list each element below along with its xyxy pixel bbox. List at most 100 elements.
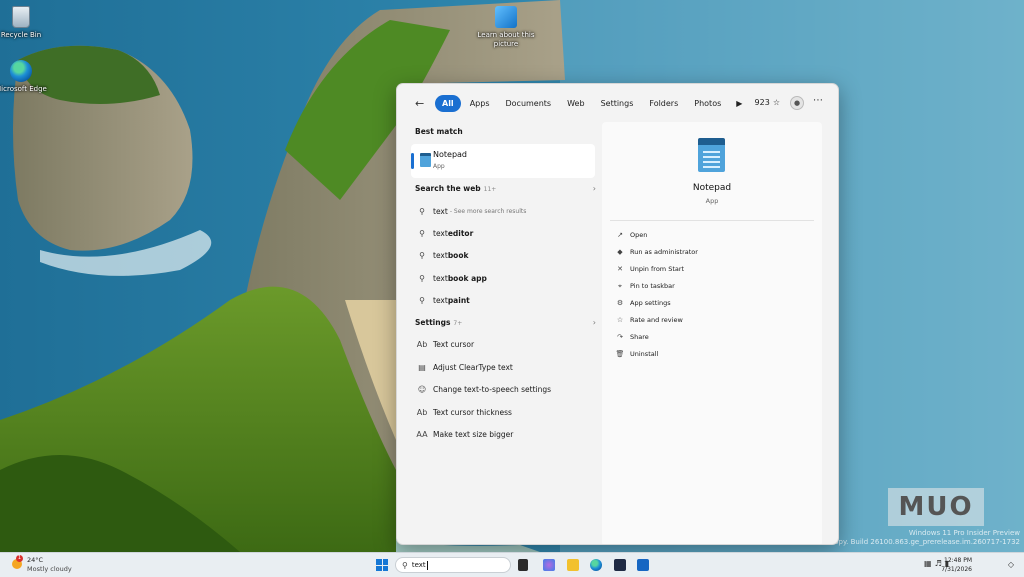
web-result-prefix: text bbox=[433, 250, 448, 260]
muo-logo: MUO bbox=[888, 488, 984, 526]
action-run-as-admin[interactable]: ◆ Run as administrator bbox=[614, 244, 698, 260]
start-button-windows-icon[interactable] bbox=[376, 559, 388, 571]
notepad-icon bbox=[420, 153, 431, 167]
web-result-suffix: paint bbox=[447, 295, 470, 305]
setting-label: Change text-to-speech settings bbox=[433, 384, 552, 394]
back-arrow-icon[interactable]: ← bbox=[415, 97, 429, 110]
action-label: Uninstall bbox=[630, 350, 659, 358]
store-icon[interactable] bbox=[614, 559, 626, 571]
web-result-prefix: text bbox=[433, 228, 448, 238]
best-match-name: Notepad bbox=[433, 150, 467, 159]
best-match-notepad[interactable]: Notepad App bbox=[411, 144, 595, 178]
search-icon: ⚲ bbox=[419, 206, 425, 216]
setting-label: Text cursor thickness bbox=[433, 407, 512, 417]
outlook-icon[interactable] bbox=[637, 559, 649, 571]
action-label: Pin to taskbar bbox=[630, 282, 675, 290]
web-result-suffix: editor bbox=[447, 228, 474, 238]
desktop-icon-label: Microsoft Edge bbox=[0, 85, 47, 93]
best-match-type: App bbox=[433, 163, 445, 170]
search-web-heading-label: Search the web bbox=[415, 184, 481, 193]
settings-chevron-icon[interactable]: › bbox=[593, 318, 596, 327]
tab-folders[interactable]: Folders bbox=[642, 95, 685, 112]
notepad-large-icon bbox=[698, 138, 725, 172]
desktop-icon-label: Learn about this picture bbox=[477, 31, 535, 48]
desktop-icon-learn-about-picture[interactable]: Learn about this picture bbox=[476, 6, 536, 49]
notification-bell-icon[interactable]: ◇ bbox=[1008, 560, 1014, 569]
action-label: App settings bbox=[630, 299, 671, 307]
setting-make-text-bigger[interactable]: AA Make text size bigger bbox=[415, 425, 595, 443]
rewards-points[interactable]: 923 ☆ bbox=[755, 98, 780, 107]
rewards-points-value: 923 bbox=[754, 98, 770, 107]
setting-text-cursor-thickness[interactable]: Ab Text cursor thickness bbox=[415, 403, 595, 421]
taskbar-clock[interactable]: 12:48 PM 7/31/2026 bbox=[941, 556, 972, 574]
action-uninstall[interactable]: 🗑 Uninstall bbox=[614, 346, 659, 362]
tab-settings[interactable]: Settings bbox=[594, 95, 641, 112]
action-share[interactable]: ↷ Share bbox=[614, 329, 649, 345]
settings-count: 7+ bbox=[453, 320, 463, 327]
search-web-count: 11+ bbox=[483, 186, 497, 193]
recycle-bin-icon bbox=[12, 6, 30, 28]
desktop-icon-label: Recycle Bin bbox=[0, 31, 42, 39]
action-label: Unpin from Start bbox=[630, 265, 685, 273]
gear-icon: ⚙ bbox=[616, 299, 624, 307]
open-icon: ↗ bbox=[617, 231, 623, 239]
weather-widget[interactable]: 1 24°C Mostly cloudy bbox=[10, 555, 72, 574]
action-label: Share bbox=[630, 333, 649, 341]
search-icon: ⚲ bbox=[419, 228, 425, 238]
clock-date: 7/31/2026 bbox=[941, 566, 972, 573]
setting-adjust-cleartype[interactable]: ▤ Adjust ClearType text bbox=[415, 358, 595, 376]
web-result-text-paint[interactable]: ⚲ text paint bbox=[415, 291, 595, 309]
selection-indicator bbox=[411, 153, 414, 169]
web-result-textbook[interactable]: ⚲ text book bbox=[415, 246, 595, 264]
setting-text-to-speech[interactable]: ☺ Change text-to-speech settings bbox=[415, 380, 595, 398]
desktop-icon-recycle-bin[interactable]: Recycle Bin bbox=[0, 6, 51, 40]
more-options-icon[interactable]: ⋯ bbox=[813, 95, 824, 106]
shield-icon: ◆ bbox=[617, 248, 623, 256]
speech-icon: ☺ bbox=[417, 384, 427, 394]
tab-documents[interactable]: Documents bbox=[498, 95, 558, 112]
action-label: Open bbox=[630, 231, 648, 239]
pin-icon: ⌖ bbox=[618, 281, 622, 290]
taskbar-search-value: text bbox=[411, 561, 426, 569]
account-avatar-icon[interactable]: ● bbox=[790, 96, 804, 110]
web-result-text-editor[interactable]: ⚲ text editor bbox=[415, 224, 595, 242]
tab-apps[interactable]: Apps bbox=[463, 95, 497, 112]
settings-heading-label: Settings bbox=[415, 318, 451, 327]
tab-photos[interactable]: Photos bbox=[687, 95, 728, 112]
tab-web[interactable]: Web bbox=[560, 95, 591, 112]
edge-taskbar-icon[interactable] bbox=[590, 559, 602, 571]
copilot-icon[interactable] bbox=[543, 559, 555, 571]
start-search-panel: ← All Apps Documents Web Settings Folder… bbox=[396, 83, 839, 545]
web-result-prefix: text bbox=[433, 273, 448, 283]
action-open[interactable]: ↗ Open bbox=[614, 227, 647, 243]
action-unpin-from-start[interactable]: ✕ Unpin from Start bbox=[614, 261, 684, 277]
network-icon[interactable]: ▦ bbox=[924, 559, 935, 568]
detail-app-name: Notepad bbox=[692, 183, 732, 193]
file-explorer-icon[interactable] bbox=[567, 559, 579, 571]
more-filters-play-icon[interactable]: ▶ bbox=[736, 99, 742, 108]
web-result-hint: - See more search results bbox=[449, 207, 527, 215]
web-result-suffix: book app bbox=[447, 273, 487, 283]
web-result-text[interactable]: ⚲ text - See more search results bbox=[415, 202, 595, 220]
search-results-list: Best match Notepad App Search the web 11+… bbox=[397, 122, 602, 544]
desktop-icon-edge[interactable]: Microsoft Edge bbox=[0, 60, 51, 94]
tab-all[interactable]: All bbox=[435, 94, 461, 112]
task-view-icon[interactable] bbox=[518, 559, 528, 571]
action-app-settings[interactable]: ⚙ App settings bbox=[614, 295, 671, 311]
trash-icon: 🗑 bbox=[615, 350, 625, 358]
search-web-heading[interactable]: Search the web 11+ bbox=[415, 184, 496, 193]
taskbar-search-box[interactable]: ⚲ text bbox=[395, 557, 511, 573]
result-detail-pane: Notepad App ↗ Open ◆ Run as administrato… bbox=[602, 122, 822, 544]
search-web-chevron-icon[interactable]: › bbox=[593, 184, 596, 193]
web-result-textbook-app[interactable]: ⚲ text book app bbox=[415, 269, 595, 287]
settings-heading[interactable]: Settings 7+ bbox=[415, 318, 462, 327]
best-match-heading: Best match bbox=[415, 127, 463, 136]
action-rate-and-review[interactable]: ☆ Rate and review bbox=[614, 312, 683, 328]
web-result-query: text bbox=[433, 206, 448, 216]
setting-text-cursor[interactable]: Ab Text cursor bbox=[415, 335, 595, 353]
action-pin-to-taskbar[interactable]: ⌖ Pin to taskbar bbox=[614, 278, 675, 294]
rewards-trophy-icon: ☆ bbox=[772, 98, 780, 107]
edge-icon bbox=[10, 60, 32, 82]
cleartype-icon: ▤ bbox=[418, 362, 426, 372]
text-size-icon: AA bbox=[416, 429, 428, 439]
